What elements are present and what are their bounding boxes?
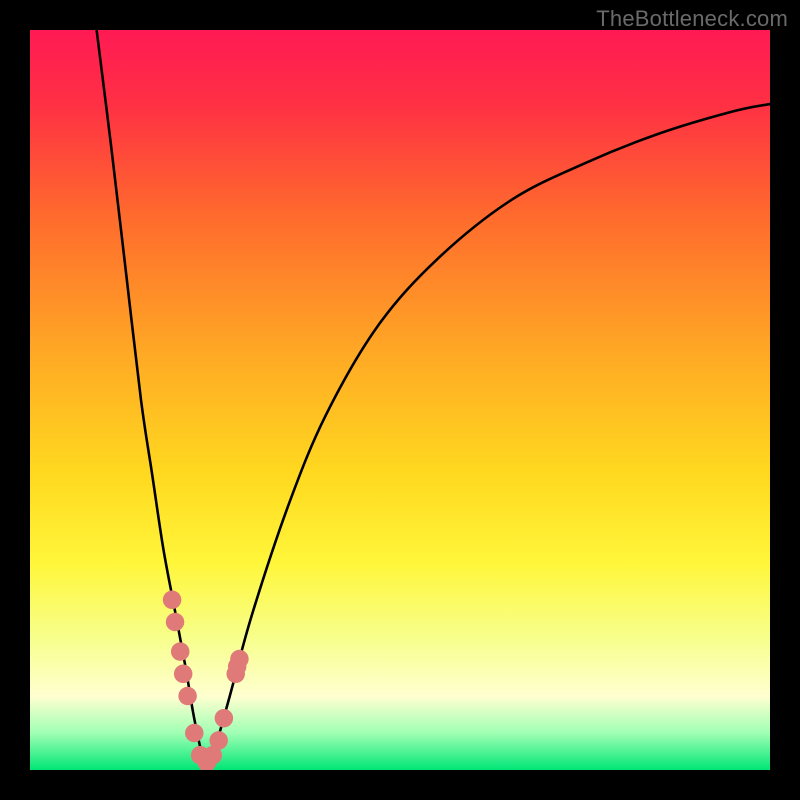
marker-point — [209, 731, 228, 750]
marker-point — [166, 613, 185, 632]
right-branch-curve — [206, 104, 770, 766]
chart-svg — [30, 30, 770, 770]
marker-group — [163, 591, 249, 770]
left-branch-curve — [97, 30, 207, 766]
plot-area — [30, 30, 770, 770]
watermark-text: TheBottleneck.com — [596, 6, 788, 32]
marker-point — [163, 591, 182, 610]
marker-point — [230, 650, 249, 669]
marker-point — [215, 709, 234, 728]
outer-frame: TheBottleneck.com — [0, 0, 800, 800]
marker-point — [185, 724, 204, 743]
marker-point — [178, 687, 197, 706]
marker-point — [174, 665, 193, 684]
marker-point — [171, 642, 190, 661]
